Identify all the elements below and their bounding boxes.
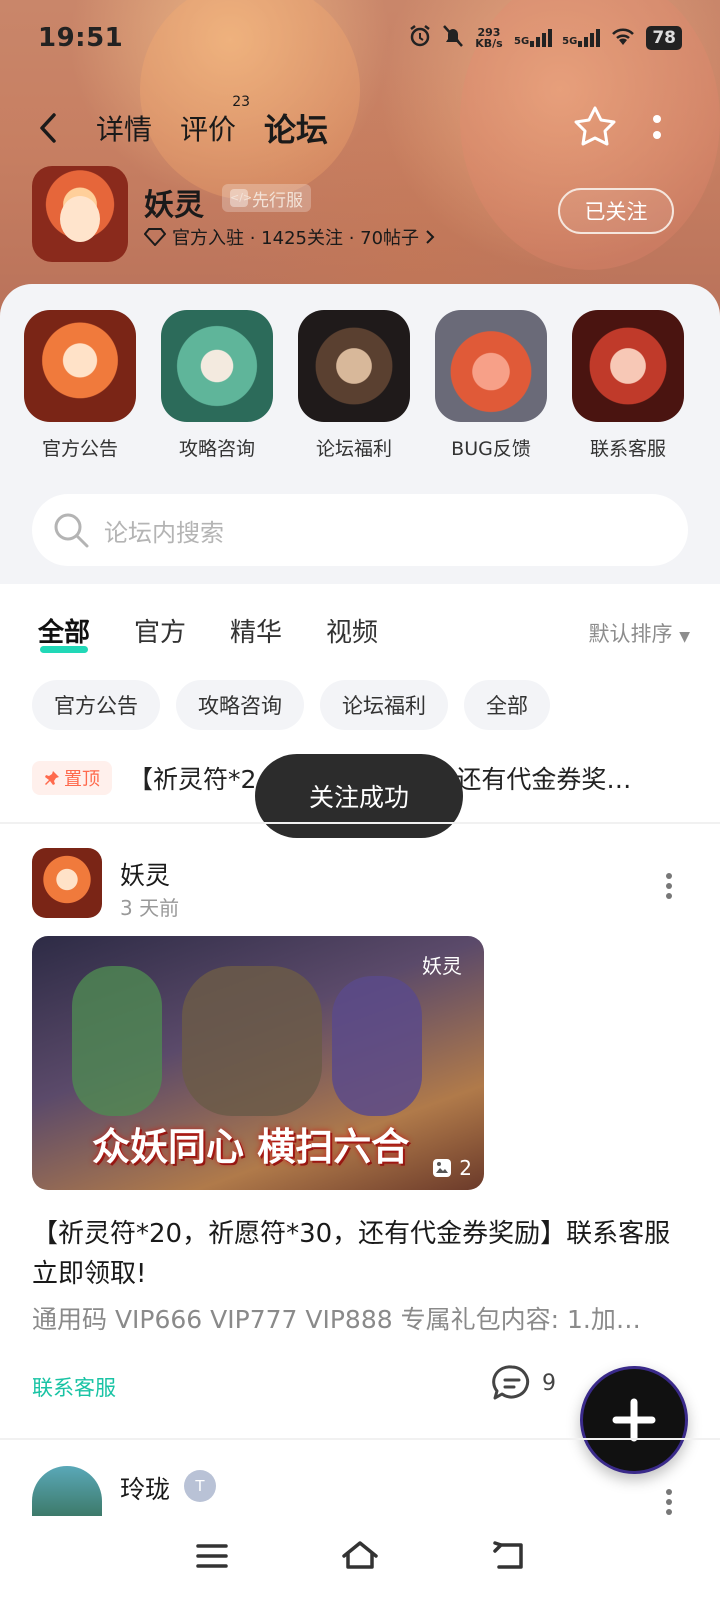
filter-tab-video[interactable]: 视频	[326, 612, 378, 649]
forum-search-input[interactable]: 论坛内搜索	[32, 494, 688, 566]
post-author-avatar[interactable]	[32, 848, 102, 918]
game-stats[interactable]: 官方入驻 · 1425关注 · 70帖子	[144, 224, 435, 250]
pin-icon	[45, 771, 59, 785]
comment-icon	[492, 1365, 530, 1400]
mute-bell-icon	[442, 24, 464, 52]
image-count: 2	[431, 1156, 472, 1180]
chevron-right-icon	[426, 230, 435, 244]
chip-guides[interactable]: 攻略咨询	[176, 680, 304, 730]
quick-link-guides[interactable]: 攻略咨询	[161, 310, 273, 461]
pinned-tag: 置顶	[32, 761, 112, 795]
pinned-title-right: 还有代金券奖…	[456, 765, 632, 794]
reviews-count-badge: 23	[232, 94, 251, 110]
bug-report-avatar-image	[435, 310, 547, 422]
search-icon	[54, 513, 89, 548]
game-icon	[32, 166, 128, 262]
signal-icon: 5G	[514, 29, 553, 47]
system-navigation-bar	[0, 1516, 720, 1600]
filter-tab-official[interactable]: 官方	[134, 612, 186, 649]
post-timestamp: 3 天前	[120, 896, 180, 920]
new-post-button[interactable]	[580, 1366, 688, 1474]
guide-avatar-image	[161, 310, 273, 422]
filter-tabs: 全部 官方 精华 视频	[38, 612, 378, 653]
alarm-icon	[408, 24, 432, 52]
net-unit: KB/s	[475, 37, 503, 50]
chip-all[interactable]: 全部	[464, 680, 550, 730]
sort-dropdown[interactable]: 默认排序 ▼	[589, 618, 690, 648]
announcement-avatar-image	[24, 310, 136, 422]
post-more-icon[interactable]	[664, 872, 674, 900]
preview-server-icon: </>	[230, 189, 252, 207]
quick-link-welfare[interactable]: 论坛福利	[298, 310, 410, 461]
gallery-icon	[433, 1159, 452, 1177]
diamond-icon	[144, 228, 166, 246]
status-time: 19:51	[38, 23, 124, 53]
signal-icon-2: 5G	[562, 29, 601, 47]
quick-link-customer-service[interactable]: 联系客服	[572, 310, 684, 461]
tab-details[interactable]: 详情	[96, 108, 152, 148]
divider	[0, 1438, 720, 1440]
caret-down-icon: ▼	[679, 629, 690, 645]
back-arrow-icon[interactable]	[38, 108, 68, 148]
post-category-link[interactable]: 联系客服	[32, 1372, 116, 1402]
category-chips: 官方公告 攻略咨询 论坛福利 全部	[32, 680, 550, 730]
chip-welfare[interactable]: 论坛福利	[320, 680, 448, 730]
filter-tab-all[interactable]: 全部	[38, 612, 90, 653]
chip-announcements[interactable]: 官方公告	[32, 680, 160, 730]
menu-icon[interactable]	[195, 1542, 229, 1574]
divider	[0, 822, 720, 824]
toast-message: 关注成功	[255, 754, 463, 838]
search-placeholder: 论坛内搜索	[104, 518, 224, 547]
plus-icon	[612, 1398, 656, 1442]
post-author-name[interactable]: 妖灵	[120, 856, 170, 892]
quick-link-bug-report[interactable]: BUG反馈	[435, 310, 547, 461]
customer-service-avatar-image	[572, 310, 684, 422]
battery-indicator: 78	[646, 26, 682, 50]
post-image[interactable]: 妖灵 众妖同心 横扫六合 2	[32, 936, 484, 1190]
follow-button[interactable]: 已关注	[558, 188, 674, 234]
wifi-icon	[610, 26, 636, 50]
favorite-star-icon[interactable]	[570, 102, 620, 152]
more-options-icon[interactable]	[650, 110, 664, 146]
post-summary[interactable]: 通用码 VIP666 VIP777 VIP888 专属礼包内容: 1.加…	[32, 1300, 692, 1336]
pinned-title-left: 【祈灵符*2	[128, 765, 257, 794]
home-icon[interactable]	[340, 1539, 380, 1577]
game-name: 妖灵	[144, 188, 204, 223]
status-bar: 19:51 293 KB/s 5G 5G 78	[0, 0, 720, 76]
tab-forum[interactable]: 论坛	[264, 105, 329, 153]
tab-reviews[interactable]: 评价 23	[180, 94, 250, 148]
filter-tab-featured[interactable]: 精华	[230, 612, 282, 649]
post-title[interactable]: 【祈灵符*20，祈愿符*30，还有代金券奖励】联系客服立即领取!	[32, 1214, 682, 1294]
preview-server-tag: </> 先行服	[222, 184, 311, 212]
post2-more-icon[interactable]	[664, 1488, 674, 1516]
post2-author-name[interactable]: 玲珑	[120, 1470, 170, 1506]
welfare-avatar-image	[298, 310, 410, 422]
comment-button[interactable]: 9	[492, 1364, 556, 1402]
post2-author-avatar[interactable]	[32, 1466, 102, 1516]
quick-link-announcements[interactable]: 官方公告	[24, 310, 136, 461]
user-badge-icon: T	[184, 1470, 216, 1502]
post-image-logo: 妖灵	[422, 954, 462, 978]
post-image-banner: 众妖同心 横扫六合	[92, 1124, 410, 1169]
back-icon[interactable]	[491, 1541, 525, 1575]
